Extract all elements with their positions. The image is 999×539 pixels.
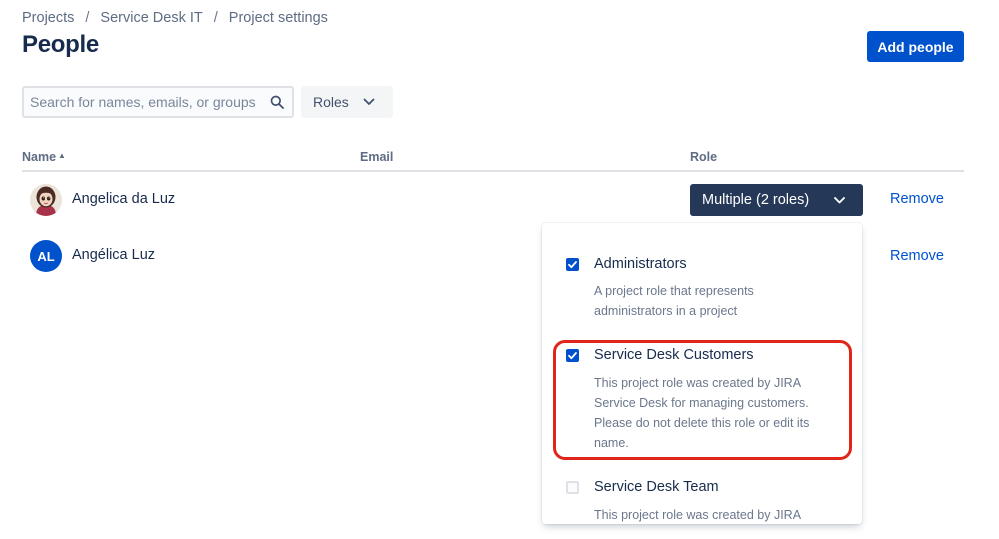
column-header-name-label: Name xyxy=(22,150,57,164)
column-header-role: Role xyxy=(690,150,718,164)
search-input[interactable] xyxy=(24,94,264,110)
role-option-label: Service Desk Customers xyxy=(594,347,754,363)
checkbox-unchecked[interactable] xyxy=(566,481,579,494)
roles-filter-button[interactable]: Roles xyxy=(301,86,393,118)
avatar-photo xyxy=(30,184,62,216)
role-select[interactable]: Multiple (2 roles) xyxy=(690,184,863,216)
role-option-label: Administrators xyxy=(594,256,687,272)
breadcrumb-separator: / xyxy=(85,10,90,26)
search-icon xyxy=(270,95,284,109)
add-people-button[interactable]: Add people xyxy=(867,31,964,62)
checkmark-icon xyxy=(568,352,577,360)
role-option-description: A project role that represents administr… xyxy=(594,284,754,318)
avatar xyxy=(30,184,62,216)
checkbox-checked[interactable] xyxy=(566,258,579,271)
page-title: People xyxy=(22,31,99,58)
role-dropdown-menu: Administrators A project role that repre… xyxy=(542,223,862,524)
avatar: AL xyxy=(30,240,62,272)
roles-filter-label: Roles xyxy=(313,94,349,110)
role-select-value: Multiple (2 roles) xyxy=(702,192,810,208)
breadcrumb-project-settings[interactable]: Project settings xyxy=(229,10,328,26)
remove-user-link[interactable]: Remove xyxy=(890,248,944,264)
column-header-name[interactable]: Name ▲ xyxy=(22,150,66,164)
breadcrumb: Projects / Service Desk IT / Project set… xyxy=(22,10,328,26)
role-option-label: Service Desk Team xyxy=(594,479,719,495)
search-field[interactable] xyxy=(22,86,294,118)
role-option-description: This project role was created by JIRA xyxy=(594,508,802,522)
checkmark-icon xyxy=(568,261,577,269)
role-option-description: This project role was created by JIRA Se… xyxy=(594,376,810,450)
user-name: Angelica da Luz xyxy=(72,191,176,207)
breadcrumb-separator: / xyxy=(213,10,218,26)
chevron-down-icon xyxy=(834,197,845,204)
column-header-email: Email xyxy=(360,150,394,164)
chevron-down-icon xyxy=(363,98,375,105)
sort-ascending-icon: ▲ xyxy=(58,151,66,160)
breadcrumb-projects[interactable]: Projects xyxy=(22,10,74,26)
checkbox-checked[interactable] xyxy=(566,349,579,362)
breadcrumb-service-desk-it[interactable]: Service Desk IT xyxy=(100,10,202,26)
table-header-divider xyxy=(22,170,964,172)
user-name: Angélica Luz xyxy=(72,247,156,263)
remove-user-link[interactable]: Remove xyxy=(890,191,944,207)
